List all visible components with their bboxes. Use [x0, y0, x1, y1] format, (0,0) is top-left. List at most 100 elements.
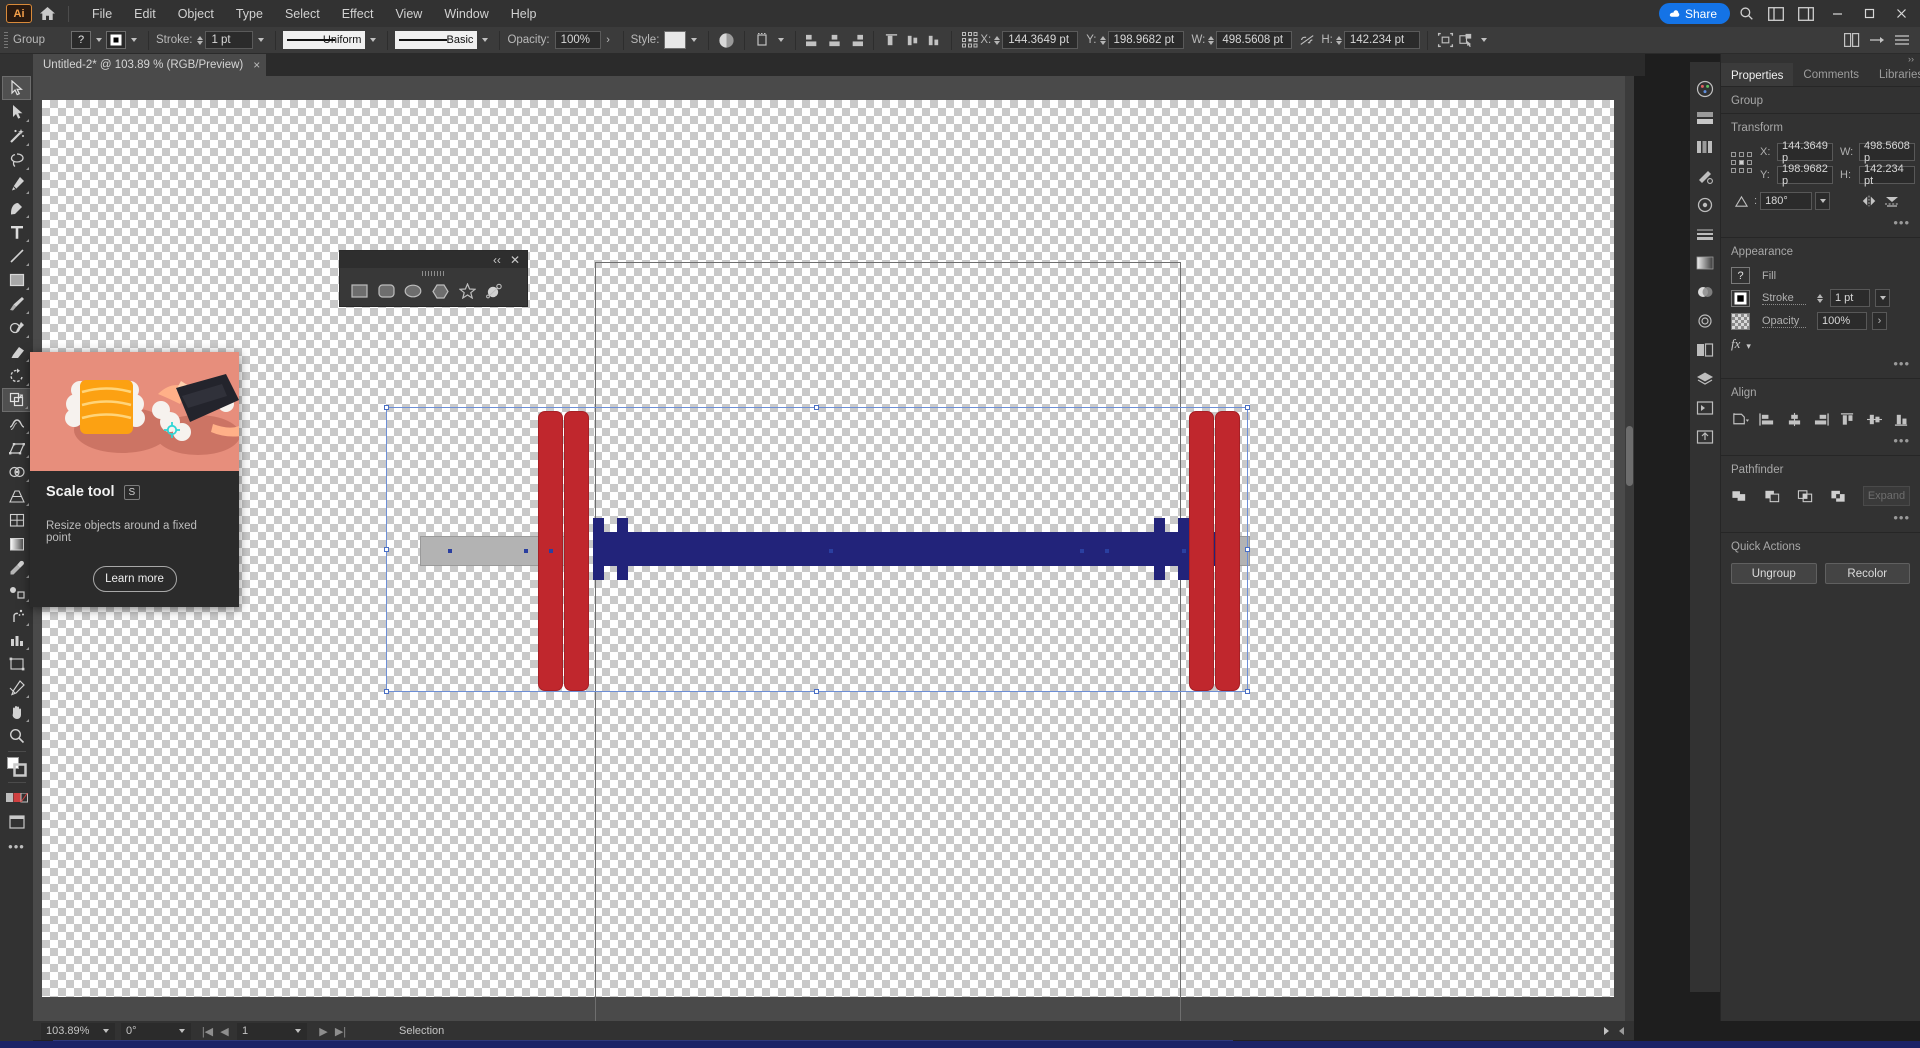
width-tool[interactable] — [2, 412, 31, 436]
x-field[interactable]: 144.3649 pt — [1002, 31, 1078, 49]
appearance-stroke-label[interactable]: Stroke — [1762, 292, 1806, 305]
isolate-dropdown-icon[interactable] — [1477, 31, 1492, 49]
menu-help[interactable]: Help — [500, 3, 548, 25]
transform-h-field[interactable]: 142.234 pt — [1859, 166, 1915, 184]
collapse-icon[interactable]: ‹‹ — [493, 253, 501, 267]
expand-button[interactable]: Expand — [1863, 486, 1910, 506]
menu-window[interactable]: Window — [433, 3, 499, 25]
status-collapse-icon[interactable] — [1619, 1027, 1624, 1035]
home-icon[interactable] — [32, 0, 62, 27]
intersect-icon[interactable] — [1797, 486, 1814, 506]
rectangle-tool[interactable] — [2, 268, 31, 292]
slice-tool[interactable] — [2, 676, 31, 700]
stroke-panel-icon[interactable] — [1692, 221, 1718, 247]
arrange-documents-icon[interactable] — [1762, 0, 1790, 27]
transform-more-options[interactable]: ••• — [1721, 211, 1920, 230]
opacity-field[interactable]: 100% — [555, 31, 601, 49]
symbols-icon[interactable] — [1692, 192, 1718, 218]
fill-dropdown-icon[interactable] — [91, 31, 106, 49]
control-bar-grip[interactable] — [4, 32, 8, 49]
transform-options-icon[interactable] — [752, 29, 773, 51]
asset-export-icon[interactable] — [1692, 424, 1718, 450]
pen-tool[interactable] — [2, 172, 31, 196]
properties-collapse-icon[interactable]: ›› — [1721, 54, 1920, 63]
workspace-switcher-icon[interactable] — [1792, 0, 1820, 27]
transform-dropdown-icon[interactable] — [773, 31, 788, 49]
graphic-style-swatch[interactable] — [664, 31, 686, 49]
learn-tooltip-card[interactable]: Scale tool S Resize objects around a fix… — [30, 352, 239, 607]
selection-handle-mr[interactable] — [1245, 547, 1250, 552]
transparency-icon[interactable] — [1692, 279, 1718, 305]
document-tab[interactable]: Untitled-2* @ 103.89 % (RGB/Preview) × — [33, 54, 266, 76]
gradient-tool[interactable] — [2, 532, 31, 556]
share-button[interactable]: Share — [1659, 3, 1730, 24]
rotation-dropdown-icon[interactable] — [173, 1023, 191, 1040]
align-horizontal-center-icon[interactable] — [1786, 409, 1804, 429]
shape-builder-tool[interactable] — [2, 460, 31, 484]
appearance-opacity-field[interactable]: 100% — [1817, 312, 1867, 330]
unlink-proportions-icon[interactable] — [1296, 29, 1317, 51]
curvature-tool[interactable] — [2, 196, 31, 220]
appearance-stroke-field[interactable]: 1 pt — [1830, 289, 1870, 307]
rounded-rectangle-shape-icon[interactable] — [375, 280, 397, 302]
align-top-icon[interactable] — [1839, 409, 1857, 429]
symbol-sprayer-tool[interactable] — [2, 604, 31, 628]
selection-handle-tr[interactable] — [1245, 405, 1250, 410]
canvas-checkerboard[interactable]: ‹‹ ✕ — [42, 100, 1614, 997]
star-shape-icon[interactable] — [456, 280, 478, 302]
y-field[interactable]: 198.9682 pt — [1108, 31, 1184, 49]
exclude-icon[interactable] — [1830, 486, 1847, 506]
eyedropper-tool[interactable] — [2, 556, 31, 580]
prev-artboard-icon[interactable]: ◀ — [216, 1023, 233, 1040]
transform-reference-point[interactable] — [1731, 152, 1752, 173]
selection-tool[interactable] — [2, 76, 31, 100]
appearance-fill-swatch[interactable]: ? — [1731, 267, 1750, 284]
color-modes-icon[interactable] — [2, 786, 31, 810]
search-icon[interactable] — [1732, 0, 1760, 27]
blend-tool[interactable] — [2, 580, 31, 604]
zoom-tool[interactable] — [2, 724, 31, 748]
selection-bounding-box[interactable] — [386, 407, 1248, 692]
next-artboard-icon[interactable]: ▶ — [315, 1023, 332, 1040]
stroke-color-swatch[interactable] — [106, 31, 126, 49]
unite-icon[interactable] — [1731, 486, 1748, 506]
select-similar-icon[interactable] — [1435, 29, 1456, 51]
type-tool[interactable] — [2, 220, 31, 244]
color-guide-icon[interactable] — [1692, 105, 1718, 131]
stroke-weight-dropdown-icon[interactable] — [253, 31, 268, 49]
recolor-button[interactable]: Recolor — [1825, 563, 1911, 584]
appearance-opacity-label[interactable]: Opacity — [1762, 315, 1806, 328]
scale-tool[interactable] — [2, 388, 31, 412]
fill-color-swatch[interactable]: ? — [71, 31, 91, 49]
minus-front-icon[interactable] — [1764, 486, 1781, 506]
artboard-number-field[interactable]: 1 — [237, 1023, 289, 1040]
rotate-tool[interactable] — [2, 364, 31, 388]
menu-object[interactable]: Object — [167, 3, 225, 25]
flip-horizontal-icon[interactable] — [1859, 191, 1879, 211]
fx-icon[interactable]: fx — [1731, 336, 1740, 352]
close-button[interactable] — [1886, 0, 1916, 27]
brush-definition-dropdown-icon[interactable] — [477, 31, 492, 49]
align-vertical-center-icon[interactable] — [1866, 409, 1884, 429]
last-artboard-icon[interactable]: ▶| — [332, 1023, 349, 1040]
artboards-icon[interactable] — [1692, 395, 1718, 421]
selection-handle-tc[interactable] — [814, 405, 819, 410]
stroke-weight-stepper[interactable] — [197, 36, 203, 45]
menu-effect[interactable]: Effect — [331, 3, 385, 25]
screen-mode-icon[interactable] — [2, 810, 31, 834]
column-graph-tool[interactable] — [2, 628, 31, 652]
transform-reference-point-icon[interactable] — [959, 29, 980, 51]
appearance-icon[interactable] — [1692, 308, 1718, 334]
align-vertical-center-icon[interactable] — [902, 29, 923, 51]
fill-stroke-swatches[interactable] — [2, 755, 31, 779]
close-icon[interactable]: ✕ — [510, 253, 520, 267]
recolor-artwork-icon[interactable] — [716, 29, 737, 51]
selection-handle-ml[interactable] — [384, 547, 389, 552]
selection-handle-bc[interactable] — [814, 689, 819, 694]
h-field[interactable]: 142.234 pt — [1344, 31, 1420, 49]
minimize-button[interactable] — [1822, 0, 1852, 27]
color-icon[interactable] — [1692, 76, 1718, 102]
canvas-vertical-scrollbar[interactable] — [1625, 76, 1634, 1021]
shapes-tool-panel[interactable]: ‹‹ ✕ — [339, 250, 528, 307]
brushes-icon[interactable] — [1692, 163, 1718, 189]
